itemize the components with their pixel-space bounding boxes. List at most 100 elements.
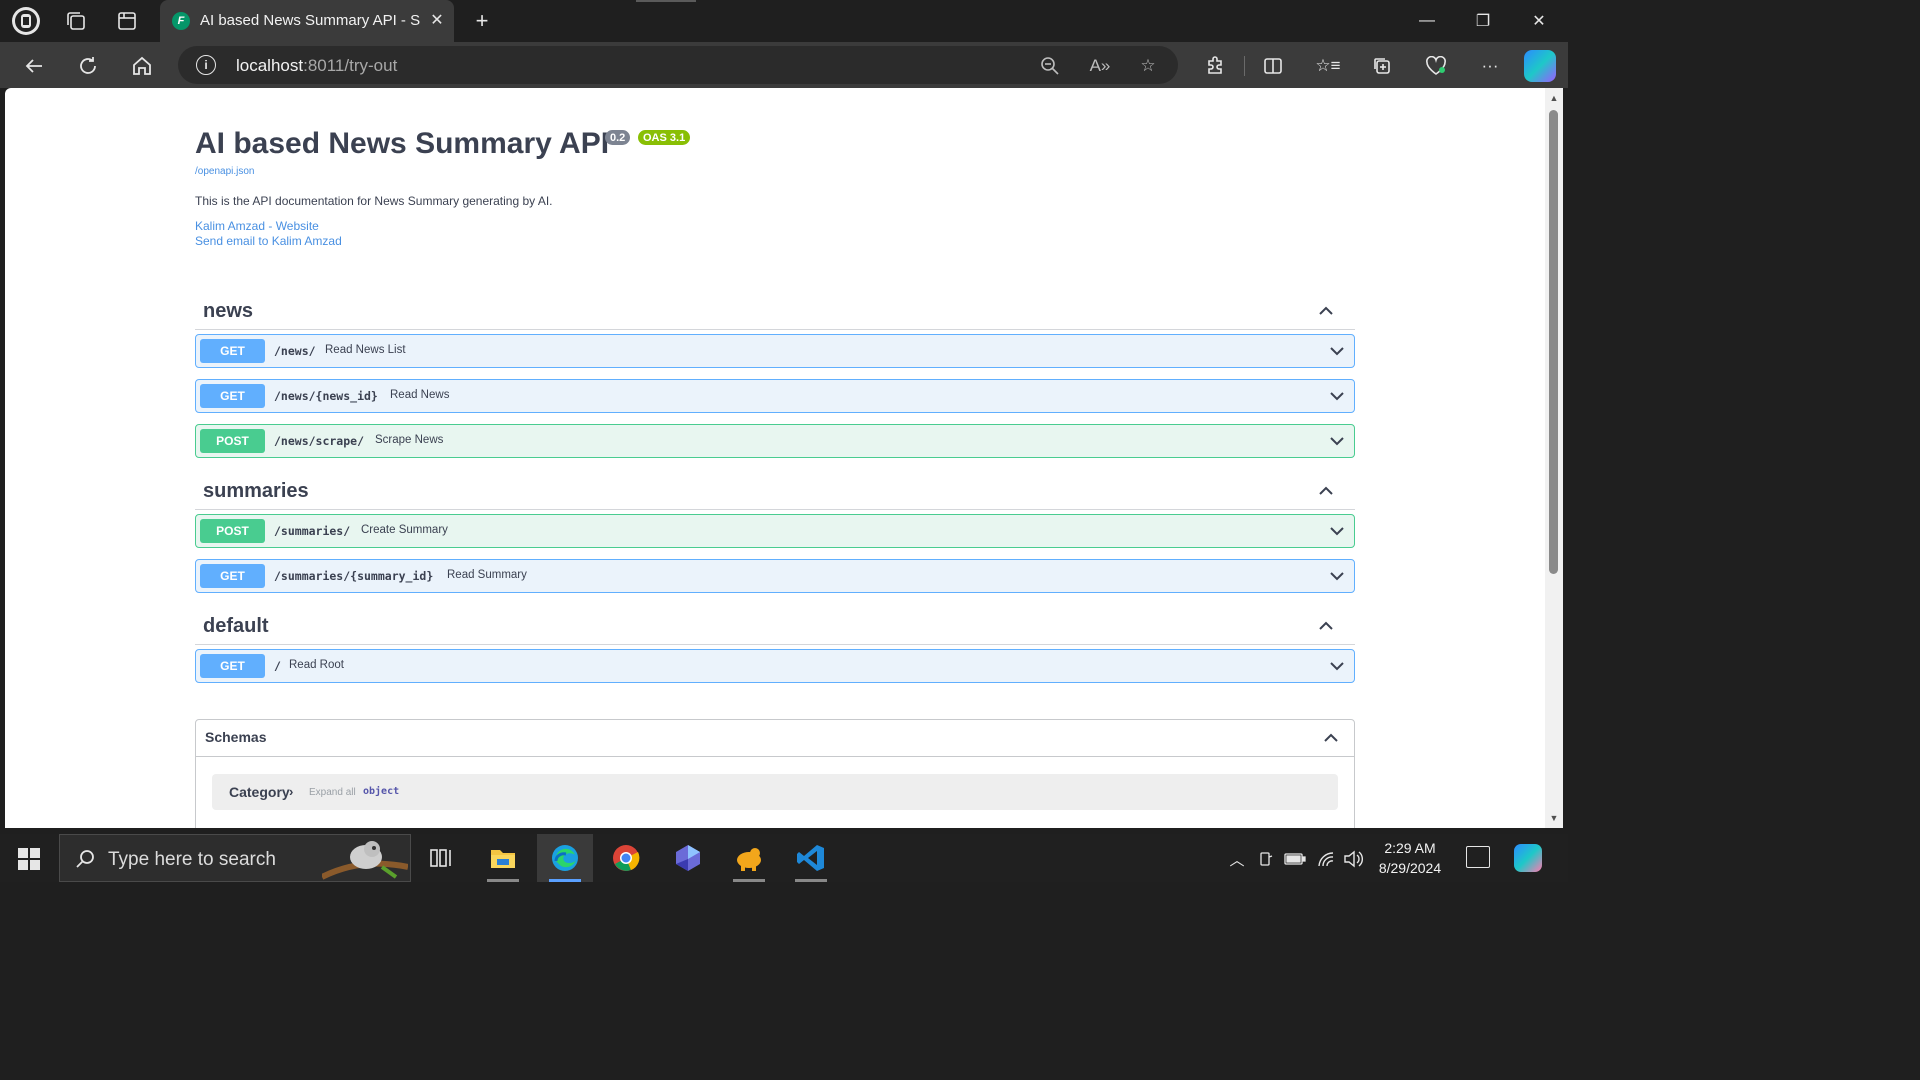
workspaces-icon[interactable] <box>61 6 91 36</box>
copilot-app-icon[interactable] <box>660 834 716 882</box>
api-title: AI based News Summary API <box>195 127 610 160</box>
expand-all-link[interactable]: Expand all <box>309 787 356 798</box>
zoom-out-icon[interactable] <box>1038 54 1062 78</box>
section-summaries[interactable]: summaries <box>195 472 1355 510</box>
operation-get-root[interactable]: GET / Read Root <box>195 649 1355 683</box>
refresh-icon[interactable] <box>72 50 104 82</box>
operation-post-create-summary[interactable]: POST /summaries/ Create Summary <box>195 514 1355 548</box>
contact-website-link[interactable]: Kalim Amzad - Website <box>195 219 319 233</box>
copilot-preview-icon[interactable] <box>1514 844 1542 872</box>
operation-summary: Read Root <box>289 659 344 671</box>
notification-center-icon[interactable] <box>1466 846 1490 868</box>
chevron-up-icon[interactable] <box>1322 729 1340 747</box>
page-viewport: AI based News Summary API 0.2 OAS 3.1 /o… <box>5 88 1545 828</box>
browser-titlebar: F AI based News Summary API - Sw ✕ + — ❐… <box>0 0 1568 42</box>
collections-icon[interactable] <box>1368 52 1396 80</box>
clock-date: 8/29/2024 <box>1378 860 1442 876</box>
close-window-button[interactable]: ✕ <box>1519 6 1559 36</box>
chevron-right-icon[interactable]: › <box>289 784 293 799</box>
api-description: This is the API documentation for News S… <box>195 194 553 208</box>
address-bar[interactable]: i localhost:8011/try-out A» ☆ <box>178 46 1178 84</box>
operation-post-scrape-news[interactable]: POST /news/scrape/ Scrape News <box>195 424 1355 458</box>
operation-path: /news/ <box>274 344 316 358</box>
method-badge: GET <box>200 564 265 588</box>
postman-app-icon[interactable] <box>721 834 777 882</box>
edge-browser-icon[interactable] <box>537 834 593 882</box>
new-tab-icon[interactable]: + <box>468 7 496 35</box>
section-default[interactable]: default <box>195 607 1355 645</box>
running-indicator <box>549 879 581 882</box>
taskbar-clock[interactable]: 2:29 AM 8/29/2024 <box>1370 838 1450 878</box>
search-placeholder: Type here to search <box>108 849 276 870</box>
tab-title: AI based News Summary API - Sw <box>200 12 420 29</box>
method-badge: POST <box>200 519 265 543</box>
address-url[interactable]: localhost:8011/try-out <box>236 56 397 76</box>
version-badge: 0.2 <box>605 130 631 145</box>
tab-actions-icon[interactable] <box>112 6 142 36</box>
back-arrow-icon[interactable] <box>18 50 50 82</box>
operation-summary: Read News List <box>325 344 406 356</box>
restore-button[interactable]: ❐ <box>1463 6 1503 36</box>
favorite-star-icon[interactable]: ☆ <box>1136 54 1160 78</box>
battery-icon[interactable] <box>1284 848 1306 870</box>
model-category[interactable]: Category › Expand all object <box>212 774 1338 810</box>
operation-path: /summaries/{summary_id} <box>274 569 434 583</box>
operation-get-summary[interactable]: GET /summaries/{summary_id} Read Summary <box>195 559 1355 593</box>
search-highlight-monkey-icon <box>320 837 409 881</box>
operation-get-news[interactable]: GET /news/{news_id} Read News <box>195 379 1355 413</box>
method-badge: POST <box>200 429 265 453</box>
chevron-down-icon[interactable] <box>1328 432 1346 450</box>
chevron-down-icon[interactable] <box>1328 657 1346 675</box>
chevron-down-icon[interactable] <box>1328 567 1346 585</box>
toolbar-separator <box>1244 56 1245 76</box>
scroll-down-arrow-icon[interactable]: ▼ <box>1548 812 1560 824</box>
favorites-icon[interactable]: ☆≡ <box>1314 52 1342 80</box>
chevron-up-icon[interactable] <box>1317 482 1335 500</box>
schemas-panel: Schemas Category › Expand all object <box>195 719 1355 828</box>
chevron-down-icon[interactable] <box>1328 522 1346 540</box>
extensions-icon[interactable] <box>1201 52 1229 80</box>
chrome-browser-icon[interactable] <box>598 834 654 882</box>
split-screen-icon[interactable] <box>1259 52 1287 80</box>
home-icon[interactable] <box>126 50 158 82</box>
chevron-down-icon[interactable] <box>1328 387 1346 405</box>
copilot-icon[interactable] <box>1524 50 1556 82</box>
show-hidden-icons-icon[interactable]: ︿ <box>1226 848 1248 870</box>
site-info-icon[interactable]: i <box>196 55 216 75</box>
operation-path: /news/scrape/ <box>274 434 365 448</box>
operation-get-news-list[interactable]: GET /news/ Read News List <box>195 334 1355 368</box>
task-view-icon[interactable] <box>413 834 469 882</box>
operation-summary: Read News <box>390 389 450 401</box>
wifi-icon[interactable] <box>1315 848 1337 870</box>
volume-icon[interactable] <box>1342 848 1364 870</box>
active-tab[interactable]: F AI based News Summary API - Sw ✕ <box>160 0 454 42</box>
operation-summary: Read Summary <box>447 569 527 581</box>
profile-avatar[interactable] <box>11 6 41 36</box>
minimize-button[interactable]: — <box>1407 6 1447 36</box>
schemas-header[interactable]: Schemas <box>196 720 1354 757</box>
scroll-thumb[interactable] <box>1549 110 1558 574</box>
scroll-up-arrow-icon[interactable]: ▲ <box>1548 92 1560 104</box>
windows-taskbar: Type here to search ︿ 2:29 AM 8/29/2024 <box>0 834 1568 882</box>
chevron-up-icon[interactable] <box>1317 302 1335 320</box>
meet-now-icon[interactable] <box>1255 848 1277 870</box>
browser-essentials-icon[interactable] <box>1422 52 1450 80</box>
read-aloud-icon[interactable]: A» <box>1088 54 1112 78</box>
running-indicator <box>733 879 765 882</box>
contact-email-link[interactable]: Send email to Kalim Amzad <box>195 234 342 248</box>
taskbar-search-box[interactable]: Type here to search <box>59 834 411 882</box>
page-scrollbar[interactable]: ▲ ▼ <box>1545 88 1563 828</box>
vscode-icon[interactable] <box>783 834 839 882</box>
more-menu-icon[interactable]: ··· <box>1476 52 1504 80</box>
tab-close-icon[interactable]: ✕ <box>426 9 448 31</box>
operation-summary: Scrape News <box>375 434 444 446</box>
fastapi-favicon-icon: F <box>172 12 190 30</box>
method-badge: GET <box>200 384 265 408</box>
chevron-up-icon[interactable] <box>1317 617 1335 635</box>
windows-start-icon[interactable] <box>18 848 40 870</box>
chevron-down-icon[interactable] <box>1328 342 1346 360</box>
openapi-json-link[interactable]: /openapi.json <box>195 166 255 177</box>
tab-drag-indicator <box>636 0 696 2</box>
section-news[interactable]: news <box>195 292 1355 330</box>
file-explorer-icon[interactable] <box>475 834 531 882</box>
